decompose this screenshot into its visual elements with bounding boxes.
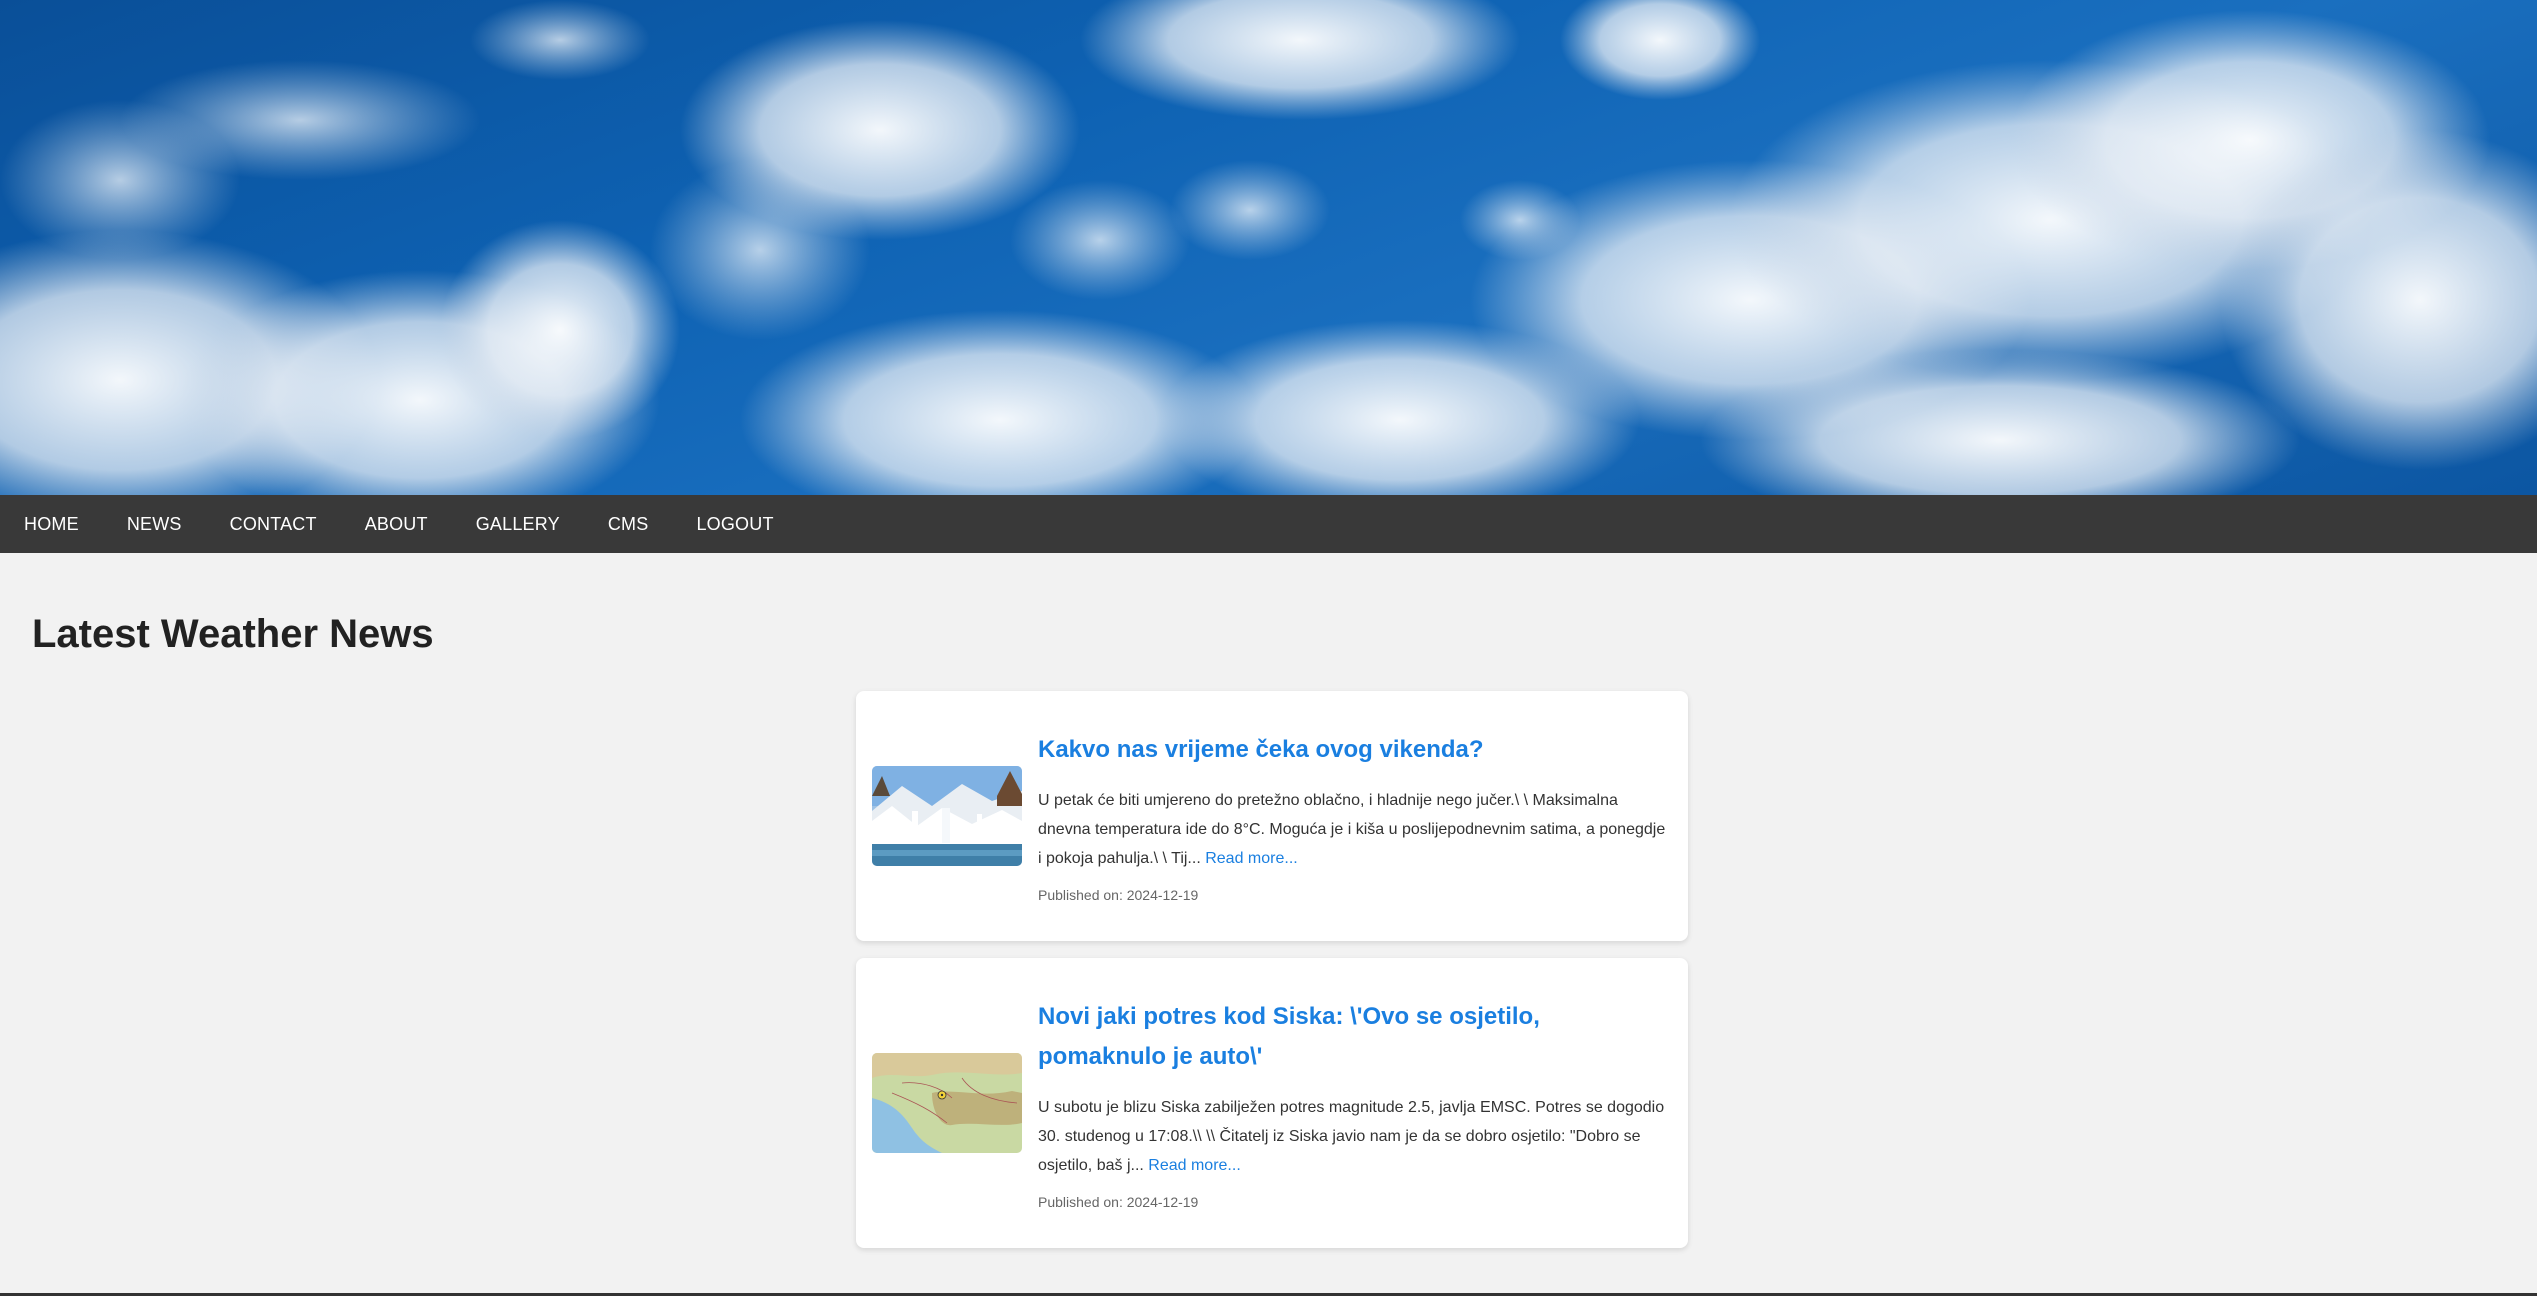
- article-thumbnail[interactable]: [872, 1053, 1022, 1153]
- nav-news[interactable]: NEWS: [103, 495, 206, 553]
- article-body: Kakvo nas vrijeme čeka ovog vikenda? U p…: [1038, 730, 1672, 903]
- nav-home[interactable]: HOME: [0, 495, 103, 553]
- news-card: Kakvo nas vrijeme čeka ovog vikenda? U p…: [856, 691, 1688, 941]
- nav-about[interactable]: ABOUT: [341, 495, 452, 553]
- article-excerpt: U subotu je blizu Siska zabilježen potre…: [1038, 1093, 1672, 1180]
- news-list: Kakvo nas vrijeme čeka ovog vikenda? U p…: [856, 691, 1688, 1265]
- article-body: Novi jaki potres kod Siska: \'Ovo se osj…: [1038, 997, 1672, 1210]
- article-title[interactable]: Kakvo nas vrijeme čeka ovog vikenda?: [1038, 730, 1672, 770]
- article-excerpt-text: U subotu je blizu Siska zabilježen potre…: [1038, 1098, 1665, 1174]
- article-thumbnail[interactable]: [872, 766, 1022, 866]
- nav-logout[interactable]: LOGOUT: [672, 495, 797, 553]
- main-navigation: HOME NEWS CONTACT ABOUT GALLERY CMS LOGO…: [0, 495, 2537, 553]
- article-published-date: Published on: 2024-12-19: [1038, 1193, 1199, 1210]
- hero-banner-sky: [0, 0, 2537, 495]
- article-excerpt-text: U petak će biti umjereno do pretežno obl…: [1038, 791, 1666, 867]
- read-more-link[interactable]: Read more...: [1148, 1157, 1240, 1174]
- nav-cms[interactable]: CMS: [584, 495, 673, 553]
- article-excerpt: U petak će biti umjereno do pretežno obl…: [1038, 786, 1672, 873]
- article-title[interactable]: Novi jaki potres kod Siska: \'Ovo se osj…: [1038, 997, 1672, 1077]
- read-more-link[interactable]: Read more...: [1205, 850, 1297, 867]
- news-card: Novi jaki potres kod Siska: \'Ovo se osj…: [856, 958, 1688, 1248]
- nav-contact[interactable]: CONTACT: [206, 495, 341, 553]
- nav-gallery[interactable]: GALLERY: [452, 495, 584, 553]
- page-title: Latest Weather News: [32, 612, 434, 656]
- article-published-date: Published on: 2024-12-19: [1038, 886, 1199, 903]
